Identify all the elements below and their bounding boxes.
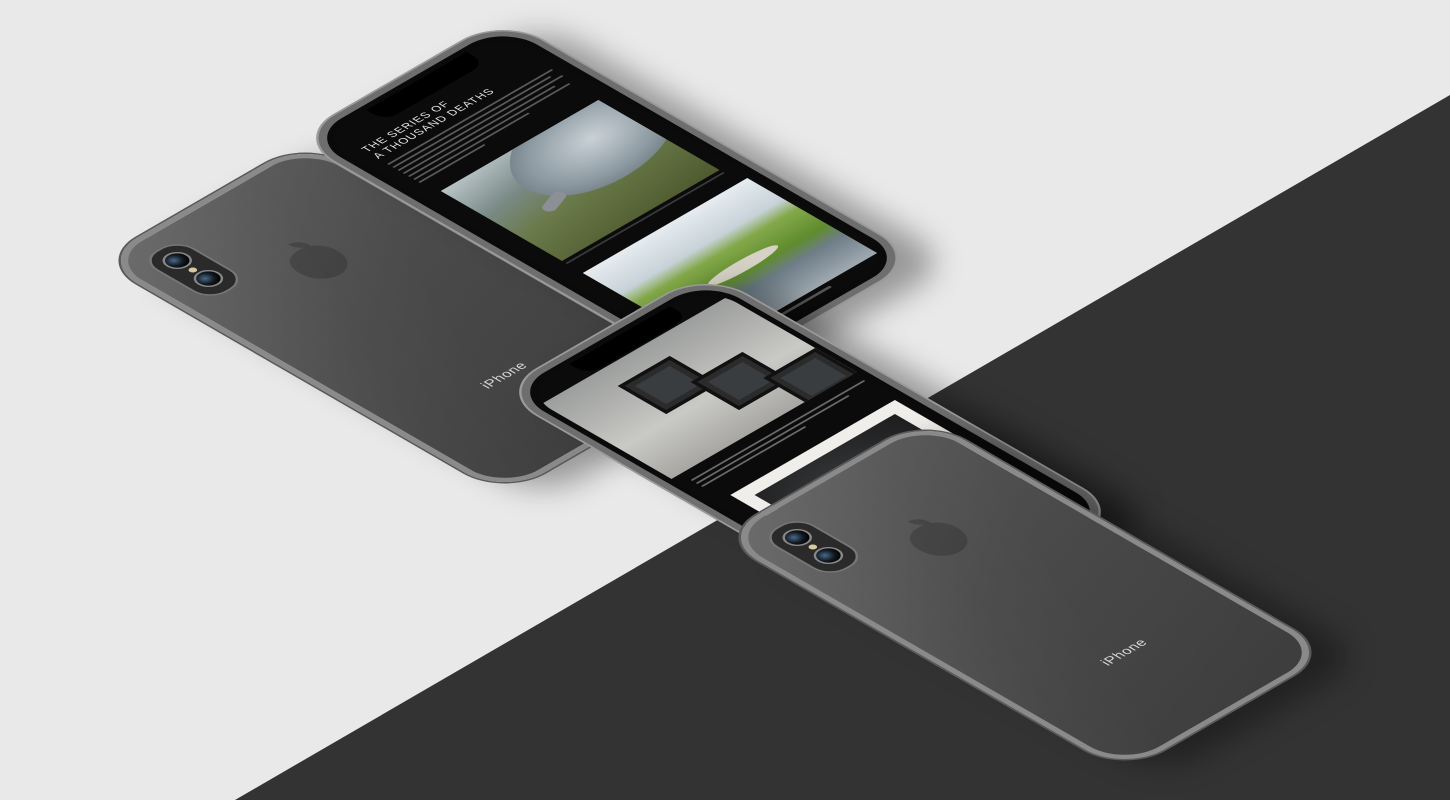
water-shape (702, 241, 784, 289)
mockup-scene: iPhone THE SERIES OF A THOUSAND DEATHS i… (0, 0, 1450, 800)
